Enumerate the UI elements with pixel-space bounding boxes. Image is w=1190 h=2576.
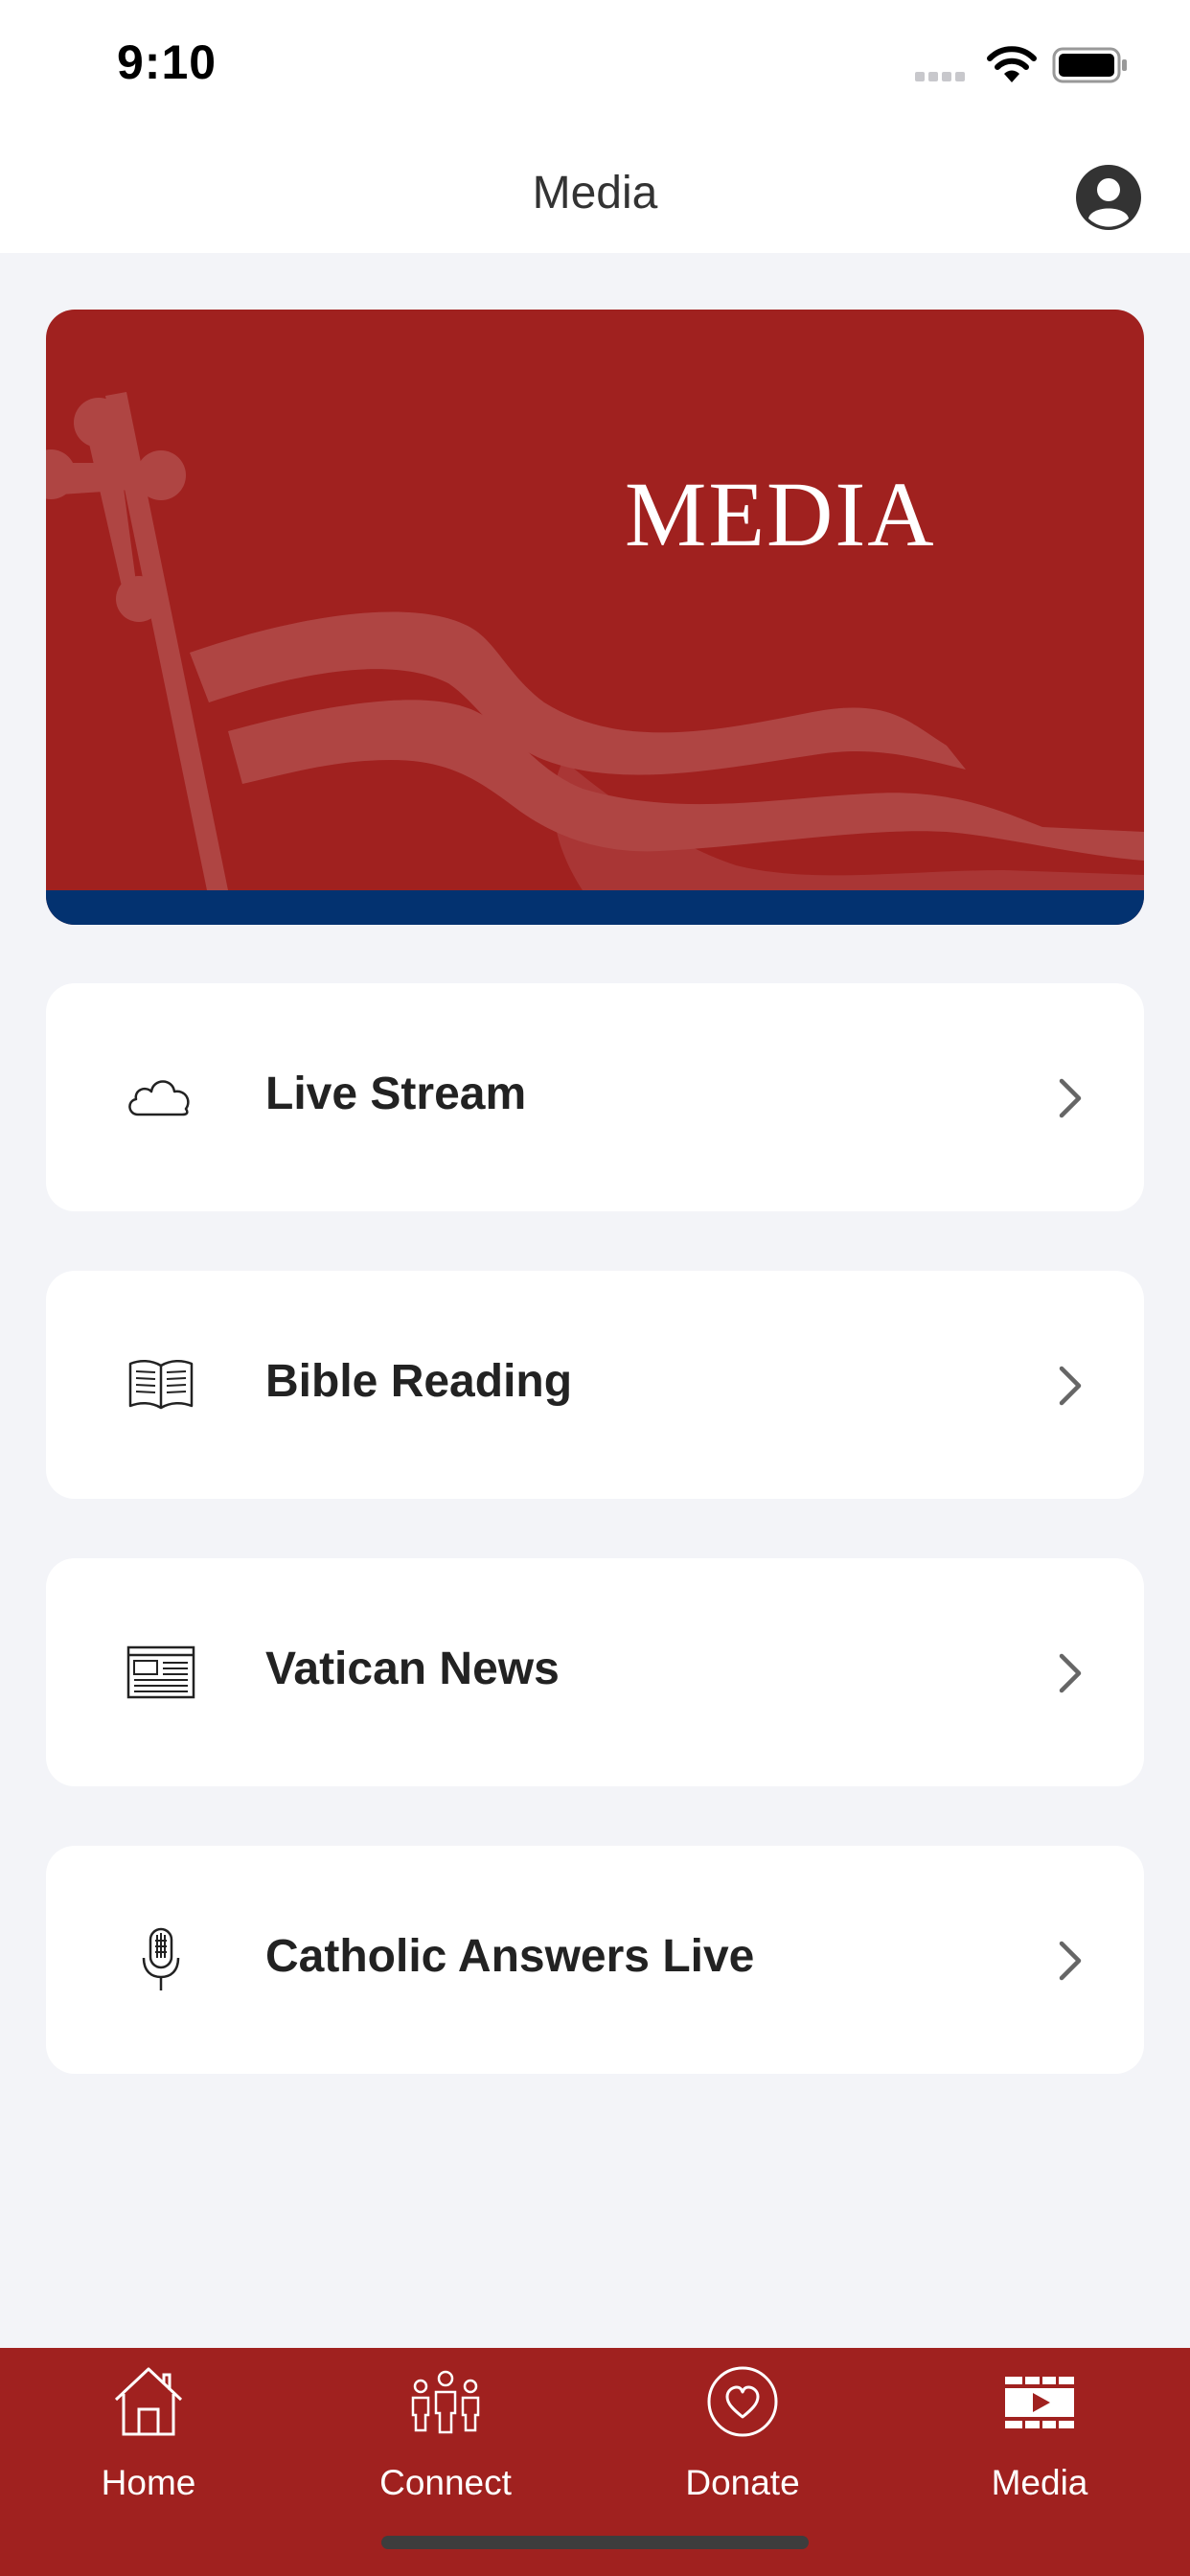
chevron-right-icon: [1059, 1653, 1082, 1693]
tab-home-label: Home: [101, 2463, 196, 2502]
cloud-icon: [128, 1080, 190, 1116]
tab-media-label: Media: [991, 2463, 1088, 2502]
people-icon: [411, 2370, 480, 2434]
page-title: Media: [532, 168, 658, 218]
tab-home[interactable]: Home: [0, 2348, 297, 2576]
newspaper-icon: [126, 1645, 195, 1699]
live-stream-label: Live Stream: [265, 1069, 527, 1119]
bible-reading-label: Bible Reading: [265, 1356, 573, 1407]
status-bar: 9:10: [0, 0, 1190, 134]
nav-header: Media: [0, 134, 1190, 253]
home-icon: [114, 2367, 183, 2436]
chevron-right-icon: [1059, 1366, 1082, 1406]
tab-media[interactable]: Media: [891, 2348, 1188, 2576]
film-icon: [1005, 2377, 1074, 2428]
cellular-signal-icon: [915, 69, 973, 81]
battery-icon: [1052, 47, 1127, 83]
catholic-answers-live-label: Catholic Answers Live: [265, 1931, 755, 1982]
chevron-right-icon: [1059, 1078, 1082, 1118]
banner-title: MEDIA: [625, 463, 936, 565]
bible-reading-row[interactable]: Bible Reading: [46, 1271, 1144, 1499]
catholic-answers-live-row[interactable]: Catholic Answers Live: [46, 1846, 1144, 2074]
banner-stripe: [46, 890, 1144, 925]
wifi-icon: [987, 46, 1037, 82]
media-banner: MEDIA: [46, 310, 1144, 925]
processional-cross-banner-art: [46, 392, 1144, 890]
heart-icon: [707, 2366, 778, 2437]
tab-donate-label: Donate: [685, 2463, 800, 2502]
status-time: 9:10: [117, 35, 217, 89]
vatican-news-label: Vatican News: [265, 1644, 560, 1694]
home-indicator: [381, 2536, 809, 2549]
profile-icon[interactable]: [1074, 163, 1143, 232]
open-book-icon: [128, 1360, 194, 1410]
tab-connect-label: Connect: [379, 2463, 512, 2502]
live-stream-row[interactable]: Live Stream: [46, 983, 1144, 1211]
chevron-right-icon: [1059, 1941, 1082, 1981]
microphone-icon: [142, 1927, 180, 1990]
vatican-news-row[interactable]: Vatican News: [46, 1558, 1144, 1786]
